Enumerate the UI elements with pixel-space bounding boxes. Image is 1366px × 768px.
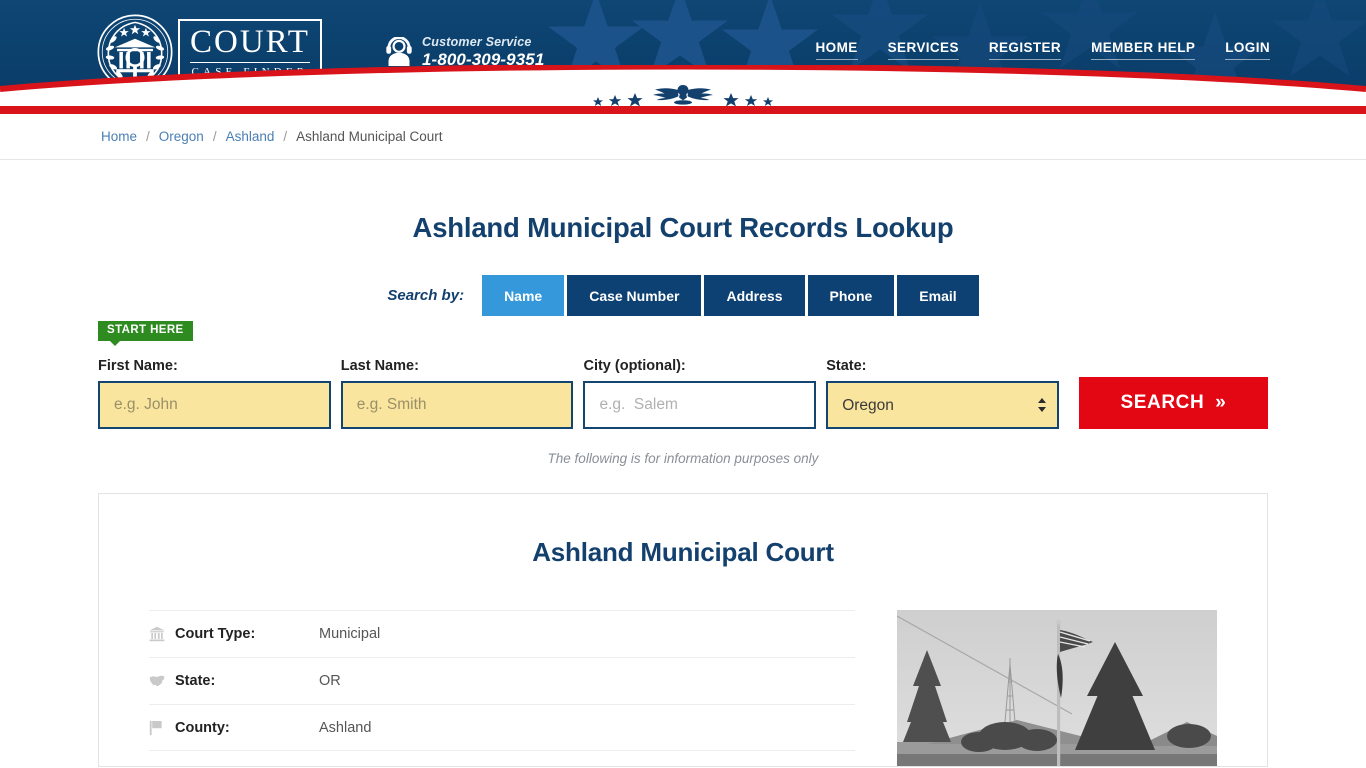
search-by-label: Search by: — [387, 287, 464, 304]
tab-case-number[interactable]: Case Number — [567, 275, 701, 316]
city-input[interactable] — [583, 381, 816, 429]
last-name-input[interactable] — [341, 381, 574, 429]
court-name-title: Ashland Municipal Court — [149, 494, 1217, 568]
detail-value-court-type: Municipal — [319, 626, 380, 642]
nav-item-register[interactable]: REGISTER — [989, 40, 1061, 60]
customer-service-label: Customer Service — [422, 36, 544, 50]
city-field-group: City (optional): — [583, 358, 816, 429]
detail-value-county: Ashland — [319, 720, 371, 736]
breadcrumb-item-oregon[interactable]: Oregon — [159, 129, 204, 144]
customer-service[interactable]: Customer Service 1-800-309-9351 — [385, 36, 544, 69]
main-navigation: HOME SERVICES REGISTER MEMBER HELP LOGIN — [816, 40, 1270, 60]
eagle-emblem-icon — [583, 80, 783, 106]
courthouse-flagpole-photo — [897, 610, 1217, 767]
tab-address[interactable]: Address — [704, 275, 804, 316]
nav-item-services[interactable]: SERVICES — [888, 40, 959, 60]
breadcrumb-item-current: Ashland Municipal Court — [296, 129, 442, 144]
breadcrumb: Home / Oregon / Ashland / Ashland Munici… — [101, 129, 442, 144]
search-by-tabs: Search by: Name Case Number Address Phon… — [0, 275, 1366, 316]
detail-label-court-type: Court Type: — [175, 626, 319, 642]
flag-icon — [149, 720, 175, 736]
nav-item-login[interactable]: LOGIN — [1225, 40, 1270, 60]
page-title: Ashland Municipal Court Records Lookup — [0, 160, 1366, 244]
last-name-label: Last Name: — [341, 358, 574, 374]
state-field-group: State: Oregon — [826, 358, 1059, 429]
first-name-label: First Name: — [98, 358, 331, 374]
main-content: Ashland Municipal Court Records Lookup S… — [0, 160, 1366, 767]
tab-email[interactable]: Email — [897, 275, 978, 316]
state-label: State: — [826, 358, 1059, 374]
court-details-table: Court Type: Municipal State: OR — [149, 610, 855, 767]
breadcrumb-bar: Home / Oregon / Ashland / Ashland Munici… — [0, 114, 1366, 160]
us-map-icon — [149, 674, 175, 688]
court-info-card: Ashland Municipal Court — [98, 493, 1268, 767]
tab-phone[interactable]: Phone — [808, 275, 895, 316]
search-button[interactable]: SEARCH » — [1079, 377, 1268, 429]
site-header: COURT CASE FINDER Customer Service 1-800… — [0, 0, 1366, 106]
breadcrumb-item-ashland[interactable]: Ashland — [226, 129, 275, 144]
logo-main-text: COURT — [190, 26, 310, 63]
breadcrumb-separator: / — [283, 129, 287, 144]
breadcrumb-item-home[interactable]: Home — [101, 129, 137, 144]
nav-item-member-help[interactable]: MEMBER HELP — [1091, 40, 1195, 60]
table-row: County: Ashland — [149, 704, 855, 751]
start-here-badge: START HERE — [98, 321, 193, 341]
header-red-bar — [0, 106, 1366, 114]
table-row: Court Type: Municipal — [149, 610, 855, 657]
tab-name[interactable]: Name — [482, 275, 564, 316]
detail-label-county: County: — [175, 720, 319, 736]
double-chevron-right-icon: » — [1215, 392, 1226, 414]
table-row: State: OR — [149, 657, 855, 704]
headset-support-icon — [385, 37, 413, 67]
last-name-field-group: Last Name: — [341, 358, 574, 429]
nav-item-home[interactable]: HOME — [816, 40, 858, 60]
info-note: The following is for information purpose… — [0, 451, 1366, 466]
bank-courthouse-icon — [149, 626, 175, 642]
breadcrumb-separator: / — [213, 129, 217, 144]
state-select[interactable]: Oregon — [826, 381, 1059, 429]
breadcrumb-separator: / — [146, 129, 150, 144]
detail-value-state: OR — [319, 673, 341, 689]
search-button-label: SEARCH — [1120, 392, 1204, 414]
search-form: START HERE First Name: Last Name: City (… — [98, 316, 1268, 429]
first-name-input[interactable] — [98, 381, 331, 429]
detail-label-state: State: — [175, 673, 319, 689]
city-label: City (optional): — [583, 358, 816, 374]
first-name-field-group: First Name: — [98, 358, 331, 429]
